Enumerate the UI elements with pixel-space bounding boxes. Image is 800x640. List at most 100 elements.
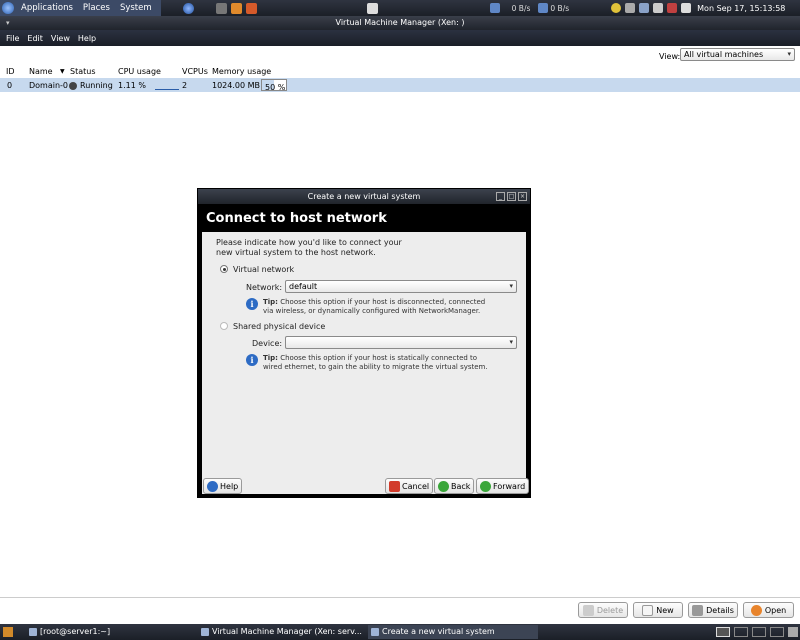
virtual-network-label[interactable]: Virtual network: [233, 265, 294, 274]
table-row[interactable]: 0 Domain-0 Running 1.11 % 2 1024.00 MB 5…: [0, 78, 800, 92]
help-button[interactable]: Help: [203, 478, 243, 494]
updates-icon[interactable]: [611, 3, 622, 13]
network-icon: [489, 3, 500, 13]
tray-network-icon[interactable]: [639, 3, 650, 13]
cancel-button[interactable]: Cancel: [385, 478, 434, 494]
menu-view[interactable]: View: [51, 34, 70, 43]
tray-volume-icon[interactable]: [681, 3, 692, 13]
virtual-network-radio[interactable]: [220, 265, 228, 273]
terminal-launcher-icon[interactable]: [215, 2, 227, 14]
window-title: Virtual Machine Manager (Xen: ): [335, 18, 465, 27]
column-id[interactable]: ID: [6, 67, 15, 76]
workspace-1-icon[interactable]: [716, 627, 730, 637]
maximize-icon[interactable]: □: [507, 192, 516, 201]
help-icon: [207, 480, 218, 492]
network-monitor: 0 B/s 0 B/s: [488, 3, 570, 13]
vm-vcpus: 2: [182, 81, 188, 90]
net-down-rate: 0 B/s: [511, 3, 531, 13]
office-launcher-icon[interactable]: [245, 2, 257, 14]
applications-menu[interactable]: Applications: [16, 3, 78, 13]
column-vcpus[interactable]: VCPUs: [182, 67, 208, 76]
cancel-icon: [389, 480, 400, 492]
tray-printer-icon[interactable]: [667, 3, 678, 13]
top-panel: Applications Places System 0 B/s 0 B/s M…: [0, 0, 800, 16]
sort-indicator-icon: ▼: [60, 68, 65, 75]
taskbar-item-vmm[interactable]: Virtual Machine Manager (Xen: serv...: [198, 625, 364, 639]
vm-id: 0: [7, 81, 13, 90]
view-filter-select[interactable]: All virtual machines ▾: [680, 48, 795, 61]
trash-applet-icon[interactable]: [788, 627, 798, 637]
column-name[interactable]: Name: [29, 67, 53, 76]
chevron-down-icon: ▾: [509, 338, 513, 346]
window-menu-icon[interactable]: ▾: [6, 16, 10, 30]
column-memory[interactable]: Memory usage: [212, 67, 271, 76]
trash-icon: [582, 604, 594, 616]
vm-cpu: 1.11 %: [118, 81, 146, 90]
column-status[interactable]: Status: [70, 67, 96, 76]
places-menu[interactable]: Places: [78, 3, 115, 13]
taskbar-item-create-vm[interactable]: Create a new virtual system: [368, 625, 538, 639]
view-filter-value: All virtual machines: [684, 50, 764, 59]
vm-memory: 1024.00 MB: [212, 81, 261, 90]
panel-menubar: Applications Places System: [0, 0, 161, 16]
network-label: Network:: [246, 283, 283, 292]
menubar: File Edit View Help: [0, 30, 800, 46]
open-button[interactable]: Open: [743, 602, 794, 618]
show-desktop-icon[interactable]: [3, 627, 13, 637]
info-icon: i: [246, 354, 258, 366]
network-select[interactable]: default ▾: [285, 280, 517, 293]
vmm-icon: [371, 628, 379, 636]
details-button[interactable]: Details: [688, 602, 738, 618]
workspace-3-icon[interactable]: [752, 627, 766, 637]
view-label: View:: [659, 52, 681, 61]
dialog-titlebar: Create a new virtual system _ □ ×: [198, 189, 530, 204]
tray-window-icon[interactable]: [653, 3, 664, 13]
net-up-rate: 0 B/s: [550, 3, 570, 13]
workspace-4-icon[interactable]: [770, 627, 784, 637]
vm-status: Running: [80, 81, 113, 90]
vm-name: Domain-0: [29, 81, 69, 90]
intro-line-1: Please indicate how you'd like to connec…: [216, 238, 402, 247]
dialog-title: Create a new virtual system: [307, 192, 421, 201]
info-icon: i: [246, 298, 258, 310]
browser-launcher-icon[interactable]: [182, 2, 194, 14]
dialog-body: Please indicate how you'd like to connec…: [202, 232, 530, 494]
back-button[interactable]: Back: [434, 478, 475, 494]
open-icon: [750, 604, 762, 616]
back-arrow-icon: [438, 480, 449, 492]
system-menu[interactable]: System: [115, 3, 157, 13]
clock[interactable]: Mon Sep 17, 15:13:58: [697, 4, 785, 13]
menu-help[interactable]: Help: [78, 34, 96, 43]
column-cpu[interactable]: CPU usage: [118, 67, 161, 76]
new-button[interactable]: New: [633, 602, 683, 618]
close-icon[interactable]: ×: [518, 192, 527, 201]
workspace-2-icon[interactable]: [734, 627, 748, 637]
taskbar-item-terminal[interactable]: [root@server1:~]: [26, 625, 192, 639]
vmm-icon: [201, 628, 209, 636]
shared-device-radio[interactable]: [220, 322, 228, 330]
chevron-down-icon: ▾: [787, 50, 791, 58]
tray-app-icon[interactable]: [625, 3, 636, 13]
tip-2-line-1: Tip: Choose this option if your host is …: [263, 354, 478, 362]
editor-launcher-icon[interactable]: [366, 2, 378, 14]
separator: [0, 597, 800, 598]
window-titlebar: ▾ Virtual Machine Manager (Xen: ): [0, 16, 800, 30]
delete-button[interactable]: Delete: [578, 602, 628, 618]
device-select[interactable]: ▾: [285, 336, 517, 349]
bottom-panel: [root@server1:~] Virtual Machine Manager…: [0, 624, 800, 640]
tip-2-line-2: wired ethernet, to gain the ability to m…: [263, 363, 488, 371]
forward-button[interactable]: Forward: [476, 478, 530, 494]
chevron-down-icon: ▾: [509, 282, 513, 290]
shared-device-label[interactable]: Shared physical device: [233, 322, 325, 331]
tip-1-line-1: Tip: Choose this option if your host is …: [263, 298, 486, 306]
dialog-heading: Connect to host network: [204, 208, 525, 230]
menu-file[interactable]: File: [6, 34, 19, 43]
network-select-value: default: [289, 282, 318, 291]
terminal-icon: [29, 628, 37, 636]
mail-launcher-icon[interactable]: [230, 2, 242, 14]
menu-edit[interactable]: Edit: [27, 34, 43, 43]
cpu-usage-graph: [155, 82, 179, 90]
distro-logo-icon[interactable]: [2, 2, 14, 14]
network-up-icon: [538, 3, 549, 13]
minimize-icon[interactable]: _: [496, 192, 505, 201]
